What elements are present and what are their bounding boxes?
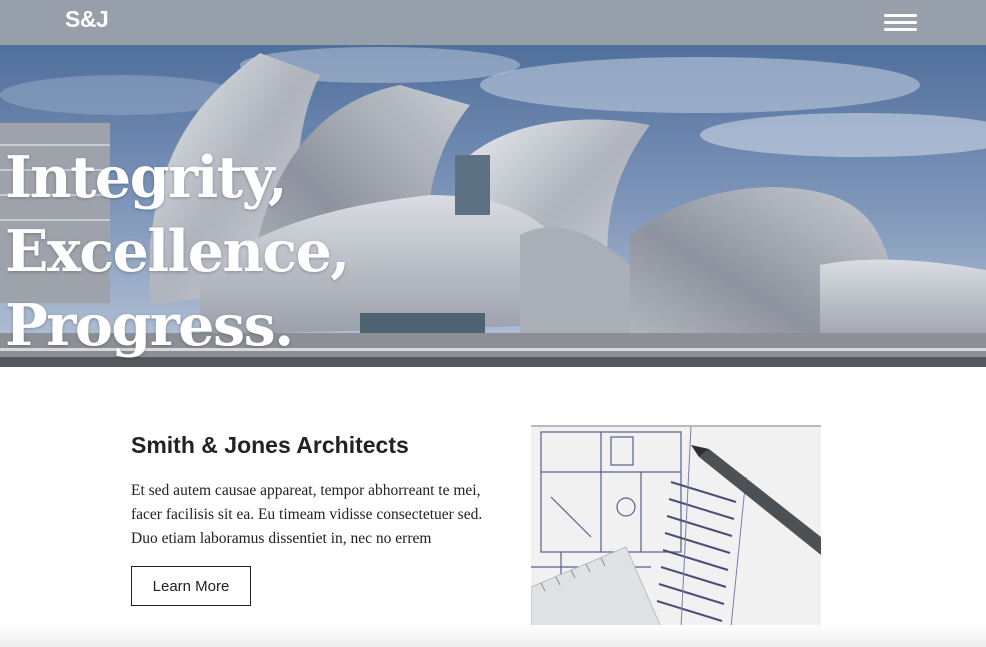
company-heading: Smith & Jones Architects bbox=[131, 432, 409, 458]
intro-paragraph: Et sed autem causae appareat, tempor abh… bbox=[131, 482, 483, 547]
bottom-fade bbox=[0, 624, 986, 647]
learn-more-button[interactable]: Learn More bbox=[131, 566, 251, 606]
site-logo[interactable]: S&J bbox=[65, 6, 109, 33]
hero-title: Integrity, Excellence, Progress. bbox=[5, 141, 350, 363]
hero-title-line: Integrity, bbox=[5, 144, 288, 211]
hero-title-line: Excellence, bbox=[5, 218, 350, 285]
hero-banner: Integrity, Excellence, Progress. bbox=[0, 45, 986, 367]
hero-title-line: Progress. bbox=[5, 292, 294, 359]
hamburger-menu-icon[interactable] bbox=[884, 14, 917, 34]
top-navbar: S&J bbox=[0, 0, 986, 45]
blueprint-image bbox=[531, 425, 821, 625]
